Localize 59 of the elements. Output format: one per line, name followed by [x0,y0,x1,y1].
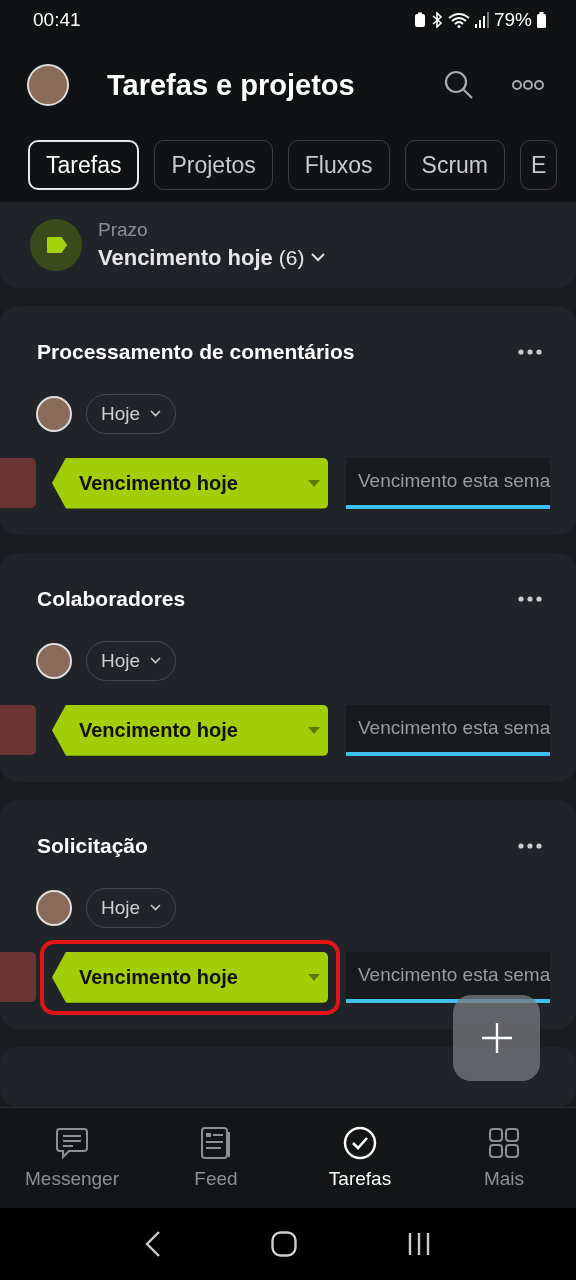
home-icon[interactable] [271,1231,297,1257]
chevron-down-icon [150,657,162,665]
caret-icon [308,973,320,981]
chevron-down-icon [150,410,162,418]
feed-icon [199,1126,233,1160]
next-stage[interactable]: Vencimento esta sema [346,457,551,509]
next-stage[interactable]: Vencimento esta sema [346,704,551,756]
stage-button[interactable]: Vencimento hoje [52,951,328,1003]
nav-item[interactable]: Mais [432,1108,576,1208]
status-time: 00:41 [33,9,81,31]
caret-icon [308,726,320,734]
caret-icon [308,479,320,487]
task-card[interactable]: Colaboradores Hoje Vencimento hoje Vencimento esta sema [0,552,576,782]
page-title: Tarefas e projetos [107,68,356,102]
check-circle-icon [343,1126,377,1160]
nav-item[interactable]: Messenger [0,1108,144,1208]
filter-label: Prazo [98,218,149,241]
more-icon[interactable] [518,348,542,355]
tab[interactable]: E [520,140,558,190]
filter-card[interactable]: Prazo Vencimento hoje (6) [0,202,576,288]
search-icon[interactable] [444,70,474,100]
tab[interactable]: Fluxos [287,140,390,190]
more-icon[interactable] [512,79,544,91]
recent-apps-icon[interactable] [407,1232,431,1256]
more-icon[interactable] [518,595,542,602]
tag-icon [30,218,82,271]
task-title: Colaboradores [37,586,186,611]
task-card[interactable]: Solicitação Hoje Vencimento hoje Vencimento esta sema [0,799,576,1029]
tab[interactable]: Tarefas [28,140,140,190]
avatar [36,889,72,926]
avatar [36,395,72,432]
tab[interactable]: Projetos [154,140,273,190]
bluetooth-icon [430,12,443,28]
back-icon[interactable] [145,1231,161,1257]
battery-percent: 79% [493,9,532,31]
task-title: Solicitação [37,833,148,858]
stage-button[interactable]: Vencimento hoje [52,704,328,756]
nav-item[interactable]: Feed [144,1108,288,1208]
task-title: Processamento de comentários [37,339,355,364]
plus-icon [480,1022,513,1054]
nav-item[interactable]: Tarefas [288,1108,432,1208]
battery-icon [537,12,546,28]
wifi-icon [447,12,470,28]
tab[interactable]: Scrum [404,140,505,190]
filter-value: Vencimento hoje [98,244,273,271]
filter-count: (6) [278,245,305,270]
avatar [36,642,72,679]
chevron-down-icon [310,253,325,263]
grid-icon [487,1126,521,1160]
stage-button[interactable]: Vencimento hoje [52,457,328,509]
add-button[interactable] [453,995,540,1081]
battery-saver-icon [413,12,426,28]
signal-icon [474,12,489,28]
task-card[interactable]: Processamento de comentários Hoje Vencimento hoje Vencimento esta sema [0,305,576,535]
chevron-down-icon [150,904,162,912]
more-icon[interactable] [518,842,542,849]
chat-icon [55,1126,89,1160]
avatar[interactable] [27,64,69,106]
next-stage[interactable]: Vencimento esta sema [346,951,551,1003]
